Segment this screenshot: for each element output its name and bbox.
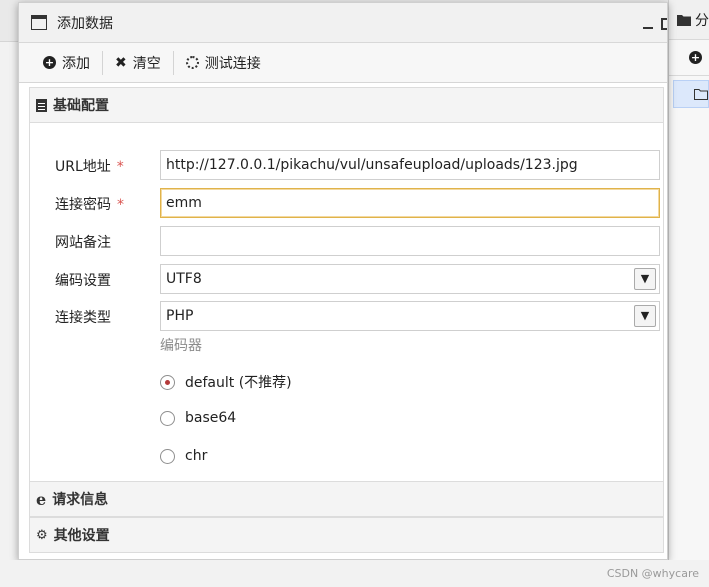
spinner-icon: [185, 56, 199, 69]
request-info-title: 请求信息: [52, 492, 109, 508]
dialog-titlebar[interactable]: 添加数据: [19, 3, 667, 43]
test-connection-label: 测试连接: [204, 55, 261, 72]
other-settings-title: 其他设置: [53, 528, 110, 544]
folder-icon: [677, 14, 691, 26]
note-row: 网站备注: [30, 226, 665, 256]
password-input[interactable]: [160, 188, 660, 218]
encoder-option-base64[interactable]: base64: [160, 410, 236, 426]
radio-button[interactable]: [160, 448, 175, 464]
add-button-label: 添加: [62, 55, 90, 72]
side-panel-header: 分: [669, 0, 709, 40]
type-row: 连接类型 PHP ▼: [30, 301, 665, 331]
encoding-selected-value: UTF8: [166, 271, 202, 287]
gears-icon: ⚙: [36, 527, 48, 543]
encoding-select[interactable]: UTF8 ▼: [160, 264, 660, 294]
password-label: 连接密码 *: [55, 197, 124, 213]
side-panel-title: 分: [695, 12, 709, 29]
add-category-icon[interactable]: +: [689, 51, 702, 64]
test-connection-button[interactable]: 测试连接: [174, 49, 273, 77]
type-label: 连接类型: [55, 310, 111, 326]
folder-outline-icon: [694, 89, 708, 100]
encoding-label: 编码设置: [55, 273, 111, 289]
chevron-down-icon[interactable]: ▼: [634, 268, 656, 290]
required-marker: *: [117, 197, 124, 213]
dialog-title: 添加数据: [57, 15, 113, 32]
type-selected-value: PHP: [166, 308, 194, 324]
chevron-down-icon[interactable]: ▼: [634, 305, 656, 327]
basic-config-title: 基础配置: [53, 98, 109, 114]
maximize-button[interactable]: [661, 18, 667, 30]
document-icon: [36, 98, 47, 112]
window-controls: [643, 15, 667, 30]
encoding-row: 编码设置 UTF8 ▼: [30, 264, 665, 294]
internet-explorer-icon: e: [36, 489, 47, 509]
other-settings-header[interactable]: ⚙ 其他设置: [29, 517, 664, 553]
basic-config-header[interactable]: 基础配置: [29, 87, 664, 123]
side-panel-toolbar: +: [669, 40, 709, 76]
note-label: 网站备注: [55, 235, 111, 251]
encoder-label: 编码器: [160, 338, 202, 354]
request-info-header[interactable]: e 请求信息: [29, 481, 664, 517]
encoder-option-label: base64: [185, 410, 237, 426]
clear-button[interactable]: ✖ 清空: [103, 49, 173, 77]
required-marker: *: [116, 159, 124, 175]
url-row: URL地址 *: [30, 150, 665, 180]
encoder-option-default[interactable]: default (不推荐): [160, 372, 292, 392]
minimize-button[interactable]: [643, 19, 653, 29]
password-row: 连接密码 *: [30, 188, 665, 218]
watermark-text: CSDN @whycare: [606, 567, 699, 580]
clear-button-label: 清空: [132, 55, 161, 72]
side-panel: 分 +: [668, 0, 709, 560]
radio-button[interactable]: [160, 410, 175, 426]
note-input[interactable]: [160, 226, 660, 256]
url-input[interactable]: [160, 150, 660, 180]
side-panel-selected-item[interactable]: [673, 80, 709, 108]
background-footer: [0, 560, 709, 587]
radio-button-checked[interactable]: [160, 374, 175, 390]
encoder-option-label: default (不推荐): [185, 375, 292, 391]
dialog-toolbar: + 添加 ✖ 清空 测试连接: [19, 43, 667, 83]
encoder-option-chr[interactable]: chr: [160, 448, 207, 464]
basic-config-form: URL地址* 连接密码* 网站备注 编码设置 UTF8 ▼ 连接类型 PHP ▼…: [29, 123, 664, 481]
type-select[interactable]: PHP ▼: [160, 301, 660, 331]
window-icon: [31, 15, 47, 30]
encoder-option-label: chr: [185, 448, 208, 464]
close-icon: ✖: [115, 54, 127, 71]
plus-circle-icon: +: [43, 56, 56, 69]
url-label: URL地址 *: [55, 159, 124, 175]
add-data-dialog: 添加数据 + 添加 ✖ 清空 测试连接 基础配置 URL地址* 连接密: [18, 2, 668, 560]
add-button[interactable]: + 添加: [31, 49, 102, 77]
